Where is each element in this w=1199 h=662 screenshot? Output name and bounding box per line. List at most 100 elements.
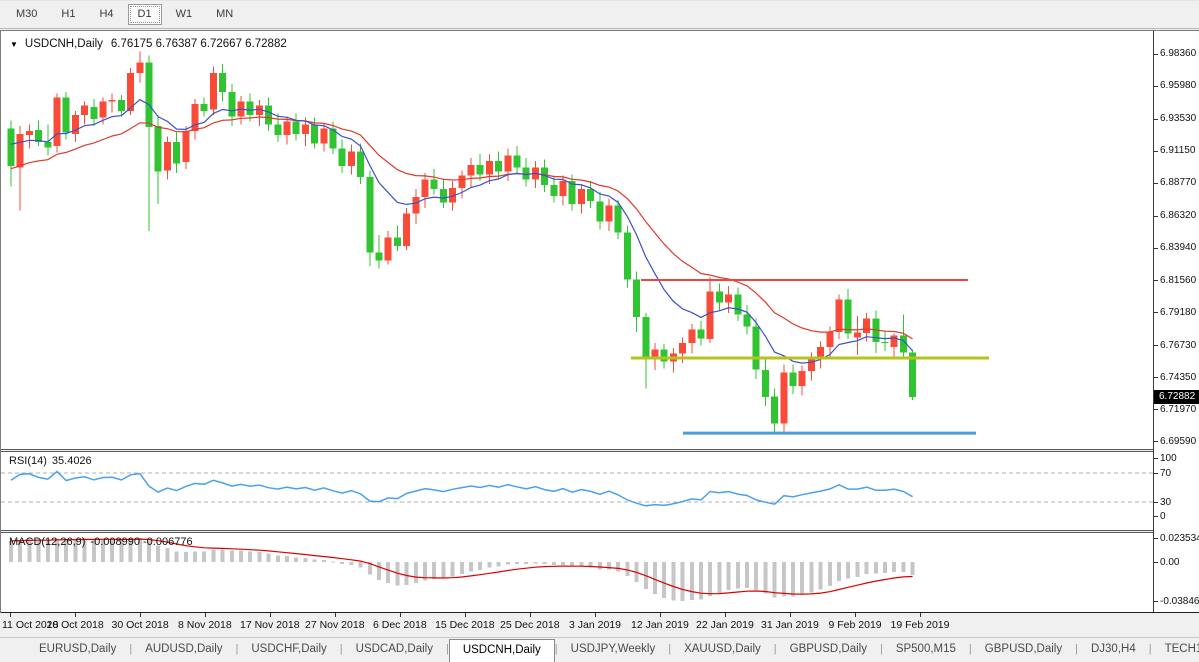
date-tick [660,613,661,617]
date-tick [270,613,271,617]
tab-usdjpy-weekly[interactable]: USDJPY,Weekly [558,638,669,662]
macd-axis-label: -0.038466 [1160,596,1199,607]
candles-layer [8,52,917,435]
date-tick [530,613,531,617]
date-tick [75,613,76,617]
ma-slow-line [11,117,913,339]
tab-usdcad-daily[interactable]: USDCAD,Daily [343,638,446,662]
mt4-window: M30H1H4D1W1MN ▼ USDCNH,Daily 6.76175 6.7… [0,0,1199,662]
axis-tick [1154,280,1158,281]
date-label: 8 Nov 2018 [178,619,232,631]
date-tick [725,613,726,617]
tab-tech100-[interactable]: TECH100, [1152,638,1199,662]
tab-usdchf-daily[interactable]: USDCHF,Daily [238,638,339,662]
axis-tick [1154,562,1158,563]
price-axis-label: 6.69590 [1160,436,1196,447]
date-label: 3 Jan 2019 [569,619,621,631]
tab-gbpusd-daily[interactable]: GBPUSD,Daily [777,638,880,662]
date-label: 31 Jan 2019 [761,619,819,631]
date-label: 15 Dec 2018 [435,619,495,631]
date-label: 22 Jan 2019 [696,619,754,631]
price-axis-label: 6.83940 [1160,242,1196,253]
rsi-axis-label: 0 [1160,511,1166,522]
macd-axis-label: 0.00 [1160,557,1179,568]
date-tick [920,613,921,617]
tab-eurusd-daily[interactable]: EURUSD,Daily [26,638,129,662]
symbol-tabbar: EURUSD,Daily|AUDUSD,Daily|USDCHF,Daily|U… [0,637,1199,662]
axis-tick [1154,377,1158,378]
date-tick [855,613,856,617]
date-label: 6 Dec 2018 [373,619,427,631]
axis-tick [1154,151,1158,152]
axis-tick [1154,248,1158,249]
price-axis[interactable]: 6.983606.959806.935306.911506.887706.863… [1153,31,1199,612]
price-axis-label: 6.95980 [1160,80,1196,91]
macd-axis-label: 0.023534 [1160,533,1199,544]
tab-usdcnh-daily[interactable]: USDCNH,Daily [449,639,555,662]
axis-tick [1154,216,1158,217]
axis-tick [1154,458,1158,459]
timeframe-button-mn[interactable]: MN [206,4,243,25]
price-axis-label: 6.91150 [1160,145,1195,156]
date-tick [465,613,466,617]
tab-dj30-h4[interactable]: DJ30,H4 [1078,638,1149,662]
axis-tick [1154,473,1158,474]
date-label: 17 Nov 2018 [240,619,300,631]
axis-tick [1154,516,1158,517]
rsi-axis-label: 30 [1160,497,1171,508]
date-label: 25 Dec 2018 [500,619,560,631]
current-price-box: 6.72882 [1154,390,1199,404]
timeframe-button-w1[interactable]: W1 [166,4,203,25]
chart-window: ▼ USDCNH,Daily 6.76175 6.76387 6.72667 6… [0,30,1199,613]
chevron-down-icon[interactable]: ▼ [10,40,18,49]
timeframe-button-d1[interactable]: D1 [128,4,162,25]
chart-symbol-label: USDCNH,Daily [25,38,103,50]
rsi-indicator-label: RSI(14)35.4026 [9,455,92,467]
axis-tick [1154,409,1158,410]
date-tick [140,613,141,617]
date-tick [595,613,596,617]
price-chart-pane[interactable] [1,34,1153,449]
rsi-pane[interactable] [1,452,1153,530]
price-axis-label: 6.81560 [1160,275,1196,286]
tab-sp500-m15[interactable]: SP500,M15 [883,638,969,662]
timeframe-button-h1[interactable]: H1 [51,4,85,25]
rsi-axis-label: 100 [1160,453,1177,464]
rsi-line [11,472,913,506]
date-label: 19 Feb 2019 [891,619,950,631]
price-axis-label: 6.79180 [1160,307,1196,318]
tab-gbpusd-daily[interactable]: GBPUSD,Daily [972,638,1075,662]
price-axis-label: 6.93530 [1160,113,1196,124]
rsi-axis-label: 70 [1160,468,1171,479]
date-label: 20 Oct 2018 [47,619,104,631]
price-axis-label: 6.71970 [1160,404,1196,415]
date-label: 9 Feb 2019 [829,619,882,631]
price-axis-label: 6.74350 [1160,372,1196,383]
date-axis[interactable]: 11 Oct 201820 Oct 201830 Oct 20188 Nov 2… [0,613,1199,637]
chart-title: ▼ USDCNH,Daily 6.76175 6.76387 6.72667 6… [10,38,287,50]
axis-tick [1154,183,1158,184]
date-label: 27 Nov 2018 [305,619,365,631]
axis-tick [1154,312,1158,313]
axis-tick [1154,54,1158,55]
timeframe-button-h4[interactable]: H4 [89,4,123,25]
axis-tick [1154,538,1158,539]
date-tick [400,613,401,617]
date-tick [10,613,11,617]
price-axis-label: 6.76730 [1160,340,1196,351]
timeframe-toolbar: M30H1H4D1W1MN [0,0,1199,29]
timeframe-button-m30[interactable]: M30 [6,4,47,25]
axis-tick [1154,502,1158,503]
date-label: 12 Jan 2019 [631,619,689,631]
tab-audusd-daily[interactable]: AUDUSD,Daily [132,638,235,662]
date-tick [205,613,206,617]
price-axis-label: 6.98360 [1160,48,1196,59]
tab-xauusd-daily[interactable]: XAUUSD,Daily [671,638,774,662]
date-tick [790,613,791,617]
macd-indicator-label: MACD(12,26,9)-0.008990 -0.006776 [9,536,193,548]
axis-tick [1154,441,1158,442]
date-tick [335,613,336,617]
axis-tick [1154,345,1158,346]
price-axis-label: 6.88770 [1160,177,1196,188]
axis-tick [1154,119,1158,120]
